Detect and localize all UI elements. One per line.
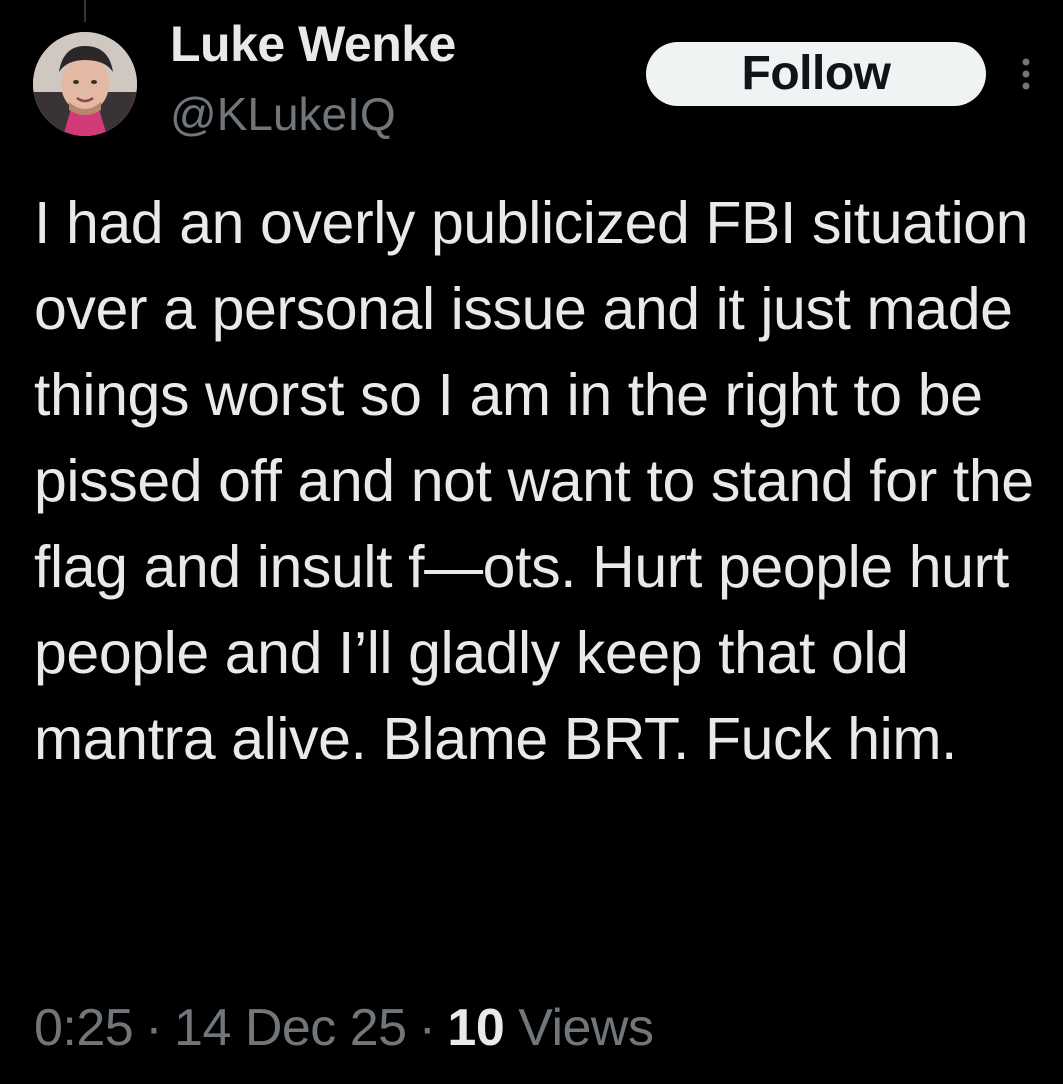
author-handle[interactable]: @KLukeIQ [170,86,396,142]
author-display-name[interactable]: Luke Wenke [170,14,456,74]
follow-button[interactable]: Follow [646,42,986,106]
author-avatar[interactable] [33,32,137,136]
tweet-date[interactable]: 14 Dec 25 [174,999,407,1057]
more-vertical-icon[interactable] [1011,54,1041,98]
views-count[interactable]: 10 [447,999,504,1057]
views-label[interactable]: Views [518,999,654,1057]
tweet-metadata: 0:25 · 14 Dec 25 · 10 Views [34,996,654,1060]
tweet-text: I had an overly publicized FBI situation… [34,190,1034,772]
tweet-header: Luke Wenke @KLukeIQ Follow [0,0,1063,170]
meta-separator: · [145,999,163,1057]
tweet-time[interactable]: 0:25 [34,999,134,1057]
meta-separator: · [418,999,436,1057]
